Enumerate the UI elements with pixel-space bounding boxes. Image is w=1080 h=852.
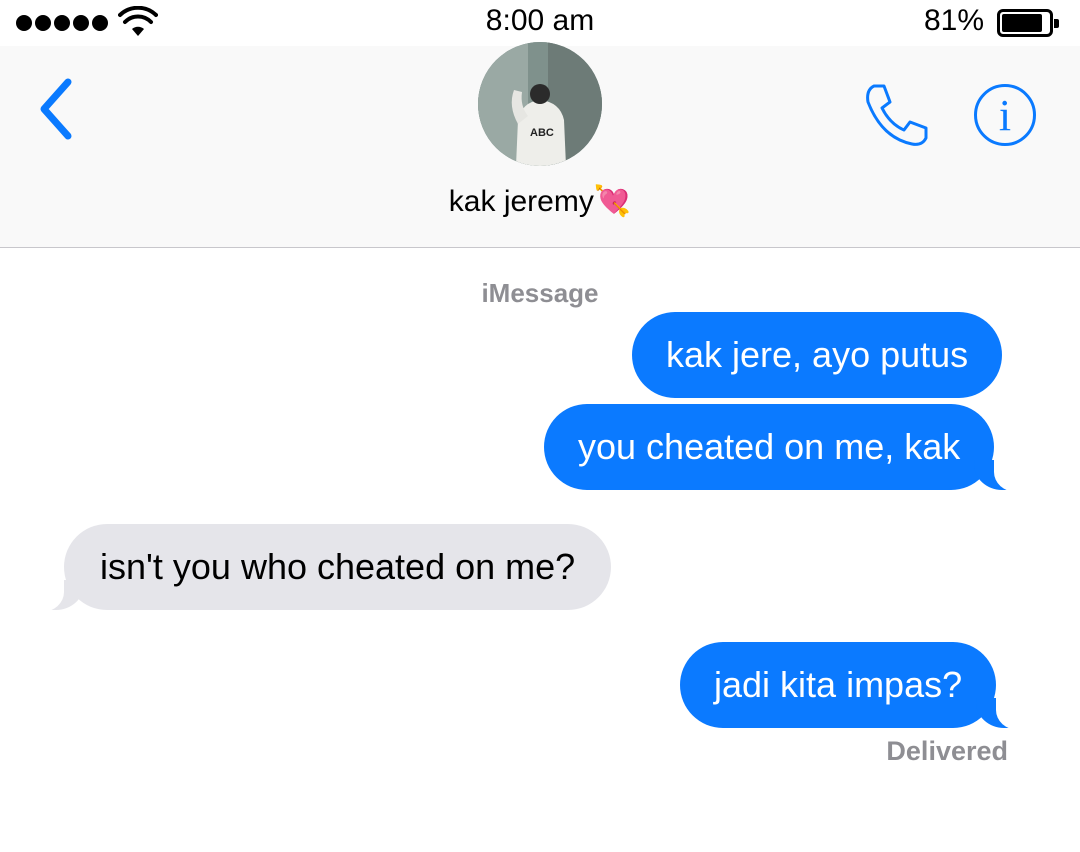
contact-name[interactable]: kak jeremy💘 — [0, 184, 1080, 219]
message-bubble-outgoing[interactable]: kak jere, ayo putus — [632, 312, 1003, 398]
info-button[interactable]: i — [974, 84, 1036, 146]
message-text: kak jere, ayo putus — [666, 334, 969, 375]
conversation-header: ABC kak jeremy💘 i — [0, 42, 1080, 248]
svg-text:ABC: ABC — [530, 127, 554, 139]
phone-icon — [866, 84, 928, 146]
heart-arrow-emoji: 💘 — [593, 185, 632, 218]
message-text: isn't you who cheated on me? — [100, 546, 576, 587]
back-button[interactable] — [34, 76, 82, 142]
chevron-left-icon — [40, 78, 72, 140]
contact-name-text: kak jeremy — [448, 185, 594, 218]
service-label: iMessage — [481, 278, 599, 308]
info-icon: i — [998, 91, 1012, 140]
message-text: you cheated on me, kak — [578, 426, 961, 467]
delivery-receipt: Delivered — [886, 736, 1008, 766]
message-bubble-outgoing[interactable]: jadi kita impas? — [680, 642, 1027, 730]
contact-avatar[interactable]: ABC — [478, 42, 602, 166]
avatar-photo: ABC — [478, 42, 602, 166]
battery-icon — [997, 9, 1059, 37]
call-button[interactable] — [860, 80, 930, 150]
battery-percentage: 81% — [923, 4, 984, 37]
status-time: 8:00 am — [485, 4, 595, 37]
status-bar: 8:00 am 81% — [0, 0, 1080, 46]
message-bubble-incoming[interactable]: isn't you who cheated on me? — [33, 524, 612, 612]
message-text: jadi kita impas? — [714, 664, 963, 705]
message-bubble-outgoing[interactable]: you cheated on me, kak — [544, 404, 1025, 492]
